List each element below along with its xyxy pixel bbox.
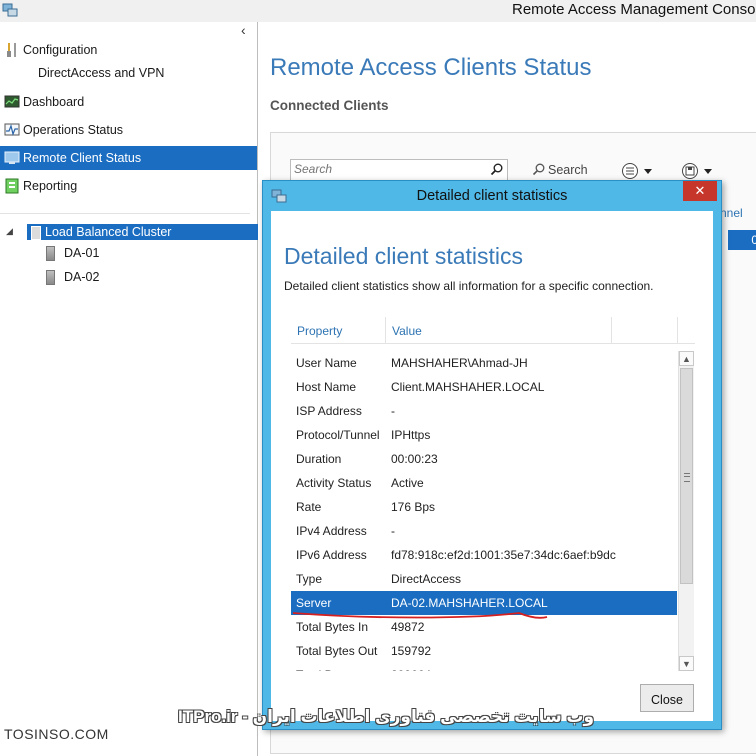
grid-rows: User Name MAHSHAHER\Ahmad-JH Host Name Cli…: [291, 351, 677, 671]
report-icon: [5, 178, 19, 194]
nav-remote-client-status[interactable]: Remote Client Status: [0, 146, 257, 170]
nav-dashboard[interactable]: Dashboard: [0, 90, 257, 114]
red-underline-annotation: [292, 612, 548, 619]
search-icon[interactable]: [490, 163, 503, 176]
nav-operations-status[interactable]: Operations Status: [0, 118, 257, 142]
tree-node-label: DA-02: [64, 270, 100, 284]
app-icon: [2, 3, 18, 17]
grid-header: Property Value: [291, 317, 695, 344]
column-header-tunnel[interactable]: nnel: [720, 206, 743, 220]
search-field[interactable]: [290, 159, 508, 181]
vertical-scrollbar[interactable]: ▲ ▼: [678, 351, 694, 671]
search-button-label: Search: [548, 163, 588, 177]
nav-label: Configuration: [23, 43, 98, 57]
server-cluster-icon: [31, 226, 41, 240]
save-dropdown[interactable]: [680, 162, 714, 180]
window-title-bar: Remote Access Management Console: [0, 0, 756, 23]
nav-directaccess-vpn[interactable]: DirectAccess and VPN: [38, 66, 164, 80]
dialog-body: Detailed client statistics Detailed clie…: [271, 211, 713, 721]
watermark-tosinso: TOSINSO.COM: [4, 726, 109, 742]
dialog-description: Detailed client statistics show all info…: [284, 279, 654, 293]
page-title: Remote Access Clients Status: [270, 54, 592, 81]
expand-arrow-icon[interactable]: ◢: [6, 226, 13, 237]
column-divider[interactable]: [677, 317, 678, 343]
column-header-property[interactable]: Property: [297, 324, 342, 338]
nav-label: Remote Client Status: [23, 151, 142, 165]
monitor-icon: [4, 151, 20, 164]
section-title: Connected Clients: [270, 98, 389, 113]
server-icon: [46, 270, 55, 285]
grip-icon: [684, 473, 690, 482]
dashboard-icon: [4, 95, 20, 108]
dialog-title-bar[interactable]: Detailed client statistics ✕: [263, 181, 721, 211]
close-button[interactable]: Close: [640, 684, 694, 712]
window-title: Remote Access Management Console: [512, 1, 756, 18]
scroll-down-icon[interactable]: ▼: [679, 656, 694, 671]
search-input[interactable]: [291, 160, 484, 178]
pulse-icon: [4, 123, 20, 136]
dialog-title: Detailed client statistics: [416, 188, 568, 204]
nav-label: Dashboard: [23, 95, 85, 109]
nav-configuration[interactable]: Configuration: [0, 38, 257, 62]
detailed-client-statistics-dialog: Detailed client statistics ✕ Detailed cl…: [262, 180, 722, 730]
watermark-itpro: ITPro.ir - وب سایت تخصصی فناوری اطلاعات …: [178, 707, 595, 726]
tree-node-label: Load Balanced Cluster: [45, 225, 172, 239]
close-icon[interactable]: ✕: [683, 181, 717, 201]
nav-label: Operations Status: [23, 123, 124, 137]
navigation-pane: ‹ Configuration DirectAccess and VPN Das…: [0, 22, 259, 756]
nav-reporting[interactable]: Reporting: [0, 174, 257, 198]
column-divider[interactable]: [385, 317, 386, 343]
scroll-up-icon[interactable]: ▲: [679, 351, 694, 366]
scroll-thumb[interactable]: [680, 368, 693, 584]
statistics-grid: Property Value User Name MAHSHAHER\Ahmad-…: [291, 317, 695, 672]
column-divider[interactable]: [611, 317, 612, 343]
tree-node-load-balanced-cluster[interactable]: ◢ Load Balanced Cluster: [6, 224, 259, 242]
wrench-icon: [7, 43, 16, 57]
search-button[interactable]: Search: [532, 163, 588, 177]
server-icon: [46, 246, 55, 261]
list-options-dropdown[interactable]: [620, 162, 654, 180]
nav-label: Reporting: [23, 179, 78, 193]
tree-node-label: DA-01: [64, 246, 100, 260]
client-row-selected[interactable]: 0: [728, 230, 756, 250]
dialog-heading: Detailed client statistics: [284, 243, 524, 269]
collapse-pane-icon[interactable]: ‹: [241, 22, 246, 38]
search-icon: [532, 163, 545, 176]
divider: [0, 213, 250, 214]
column-header-value[interactable]: Value: [392, 324, 422, 338]
tree-node-selection[interactable]: Load Balanced Cluster: [27, 224, 259, 240]
